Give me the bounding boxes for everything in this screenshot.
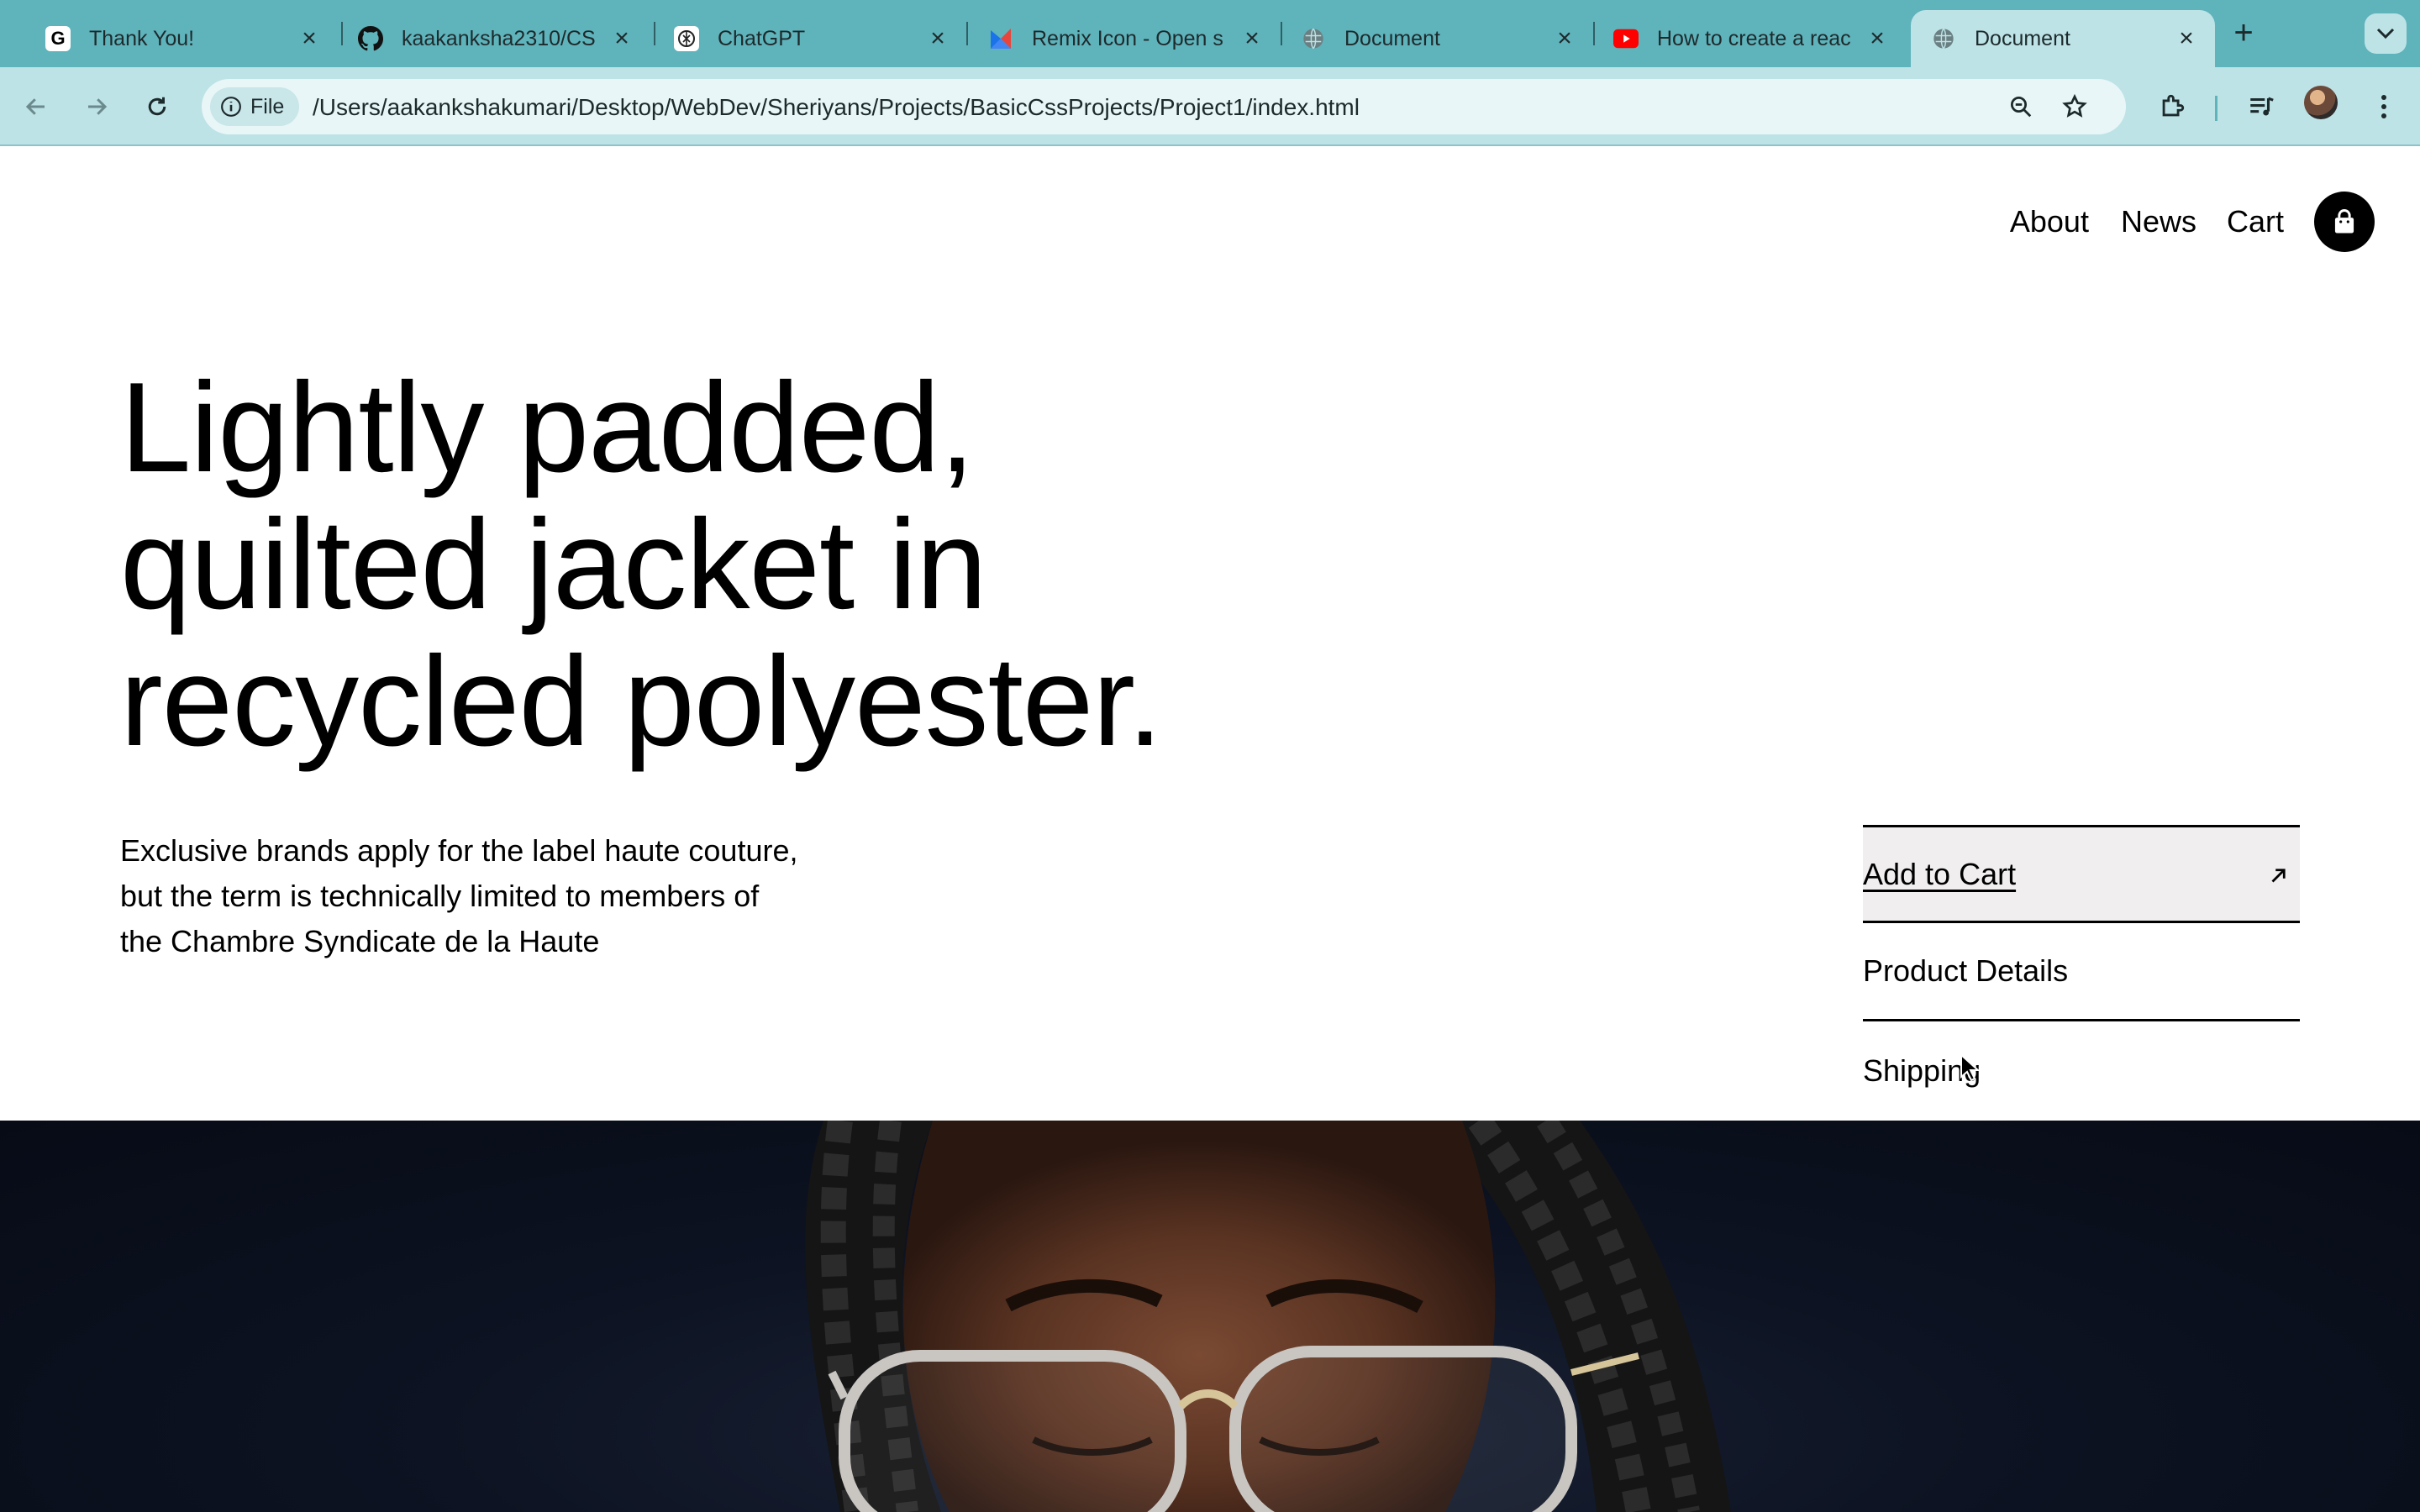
zoom-button[interactable] [2005,91,2037,123]
product-accordion: Add to Cart Product Details Shipping [1863,825,2300,1120]
media-queue-icon [2250,97,2274,116]
headline-line: quilted jacket in [120,493,987,636]
tab-strip: G Thank You! × kaakanksha2310/CS × ChatG… [0,0,2420,67]
close-icon[interactable]: × [1240,26,1264,51]
arrow-up-right-icon [2271,869,2286,883]
shopping-bag-button[interactable] [2314,192,2375,252]
tab-title: How to create a reac [1657,26,1851,50]
profile-avatar[interactable] [2304,86,2338,119]
chevron-down-icon [2376,28,2395,39]
web-page: About News Cart Lightly padded, quilted … [0,148,2420,1512]
file-chip-label: File [250,94,285,118]
nav-link-cart[interactable]: Cart [2227,204,2284,239]
nav-link-about[interactable]: About [2010,204,2089,239]
puzzle-icon [2162,94,2185,117]
back-button[interactable] [17,87,55,126]
tab-chatgpt[interactable]: ChatGPT × [654,10,966,67]
add-to-cart-button[interactable]: Add to Cart [1863,825,2300,923]
browser-menu-button[interactable] [2365,87,2403,126]
arrow-right-icon [88,98,108,115]
chatgpt-icon [674,26,699,51]
github-icon [358,26,383,51]
reload-icon [148,97,166,116]
tab-thank-you[interactable]: G Thank You! × [25,10,338,67]
reload-button[interactable] [138,87,176,126]
tab-title: Remix Icon - Open s [1032,26,1223,50]
tab-remix-icon[interactable]: Remix Icon - Open s × [968,10,1281,67]
close-icon[interactable]: × [926,26,950,51]
url-text[interactable]: /Users/aakankshakumari/Desktop/WebDev/Sh… [313,94,1360,121]
forward-button[interactable] [77,87,116,126]
tab-title: Thank You! [89,26,195,50]
site-nav: About News Cart [2010,192,2420,252]
remix-icon [988,26,1013,51]
hero-headline: Lightly padded, quilted jacket in recycl… [120,360,1297,770]
add-to-cart-label: Add to Cart [1863,856,2017,891]
site-info-chip[interactable]: File [210,87,300,126]
zoom-out-icon [2011,97,2032,118]
portrait-photo [805,1121,1731,1512]
extensions-button[interactable] [2153,87,2191,126]
tab-title: ChatGPT [718,26,806,50]
hero-image [0,1121,2420,1512]
address-bar[interactable]: File /Users/aakankshakumari/Desktop/WebD… [202,79,2126,134]
close-icon[interactable]: × [297,26,321,51]
more-vertical-icon [2381,95,2386,118]
tab-github[interactable]: kaakanksha2310/CS × [338,10,650,67]
tab-title: kaakanksha2310/CS [402,26,596,50]
shopping-bag-icon [2334,209,2354,234]
star-icon [2062,93,2087,118]
close-icon[interactable]: × [2175,26,2198,51]
nav-link-news[interactable]: News [2121,204,2196,239]
tab-document[interactable]: Document × [1281,10,1593,67]
close-icon[interactable]: × [1865,26,1889,51]
globe-icon [1931,26,1956,51]
tab-title: Document [1975,26,2070,50]
product-details-item[interactable]: Product Details [1863,923,2300,1021]
media-control-button[interactable] [2242,87,2281,126]
grammarly-icon: G [45,26,71,51]
product-details-label: Product Details [1863,953,2069,988]
youtube-icon [1613,26,1639,51]
headline-line: recycled polyester. [120,630,1163,773]
tab-document-active[interactable]: Document × [1911,10,2215,67]
mouse-cursor-icon [1960,1053,1980,1082]
browser-toolbar: File /Users/aakankshakumari/Desktop/WebD… [0,67,2420,146]
tab-title: Document [1344,26,1440,50]
new-tab-button[interactable]: + [2227,16,2260,50]
info-icon [221,97,241,117]
product-description: Exclusive brands apply for the label hau… [120,833,798,958]
tab-search-button[interactable] [2365,13,2407,54]
bookmark-button[interactable] [2059,91,2091,123]
toolbar-divider [2215,96,2217,121]
headline-line: Lightly padded, [120,356,975,499]
arrow-left-icon [25,98,45,115]
close-icon[interactable]: × [1553,26,1576,51]
globe-icon [1301,26,1326,51]
shipping-item[interactable]: Shipping [1863,1021,2300,1120]
close-icon[interactable]: × [610,26,634,51]
tab-youtube[interactable]: How to create a reac × [1593,10,1906,67]
